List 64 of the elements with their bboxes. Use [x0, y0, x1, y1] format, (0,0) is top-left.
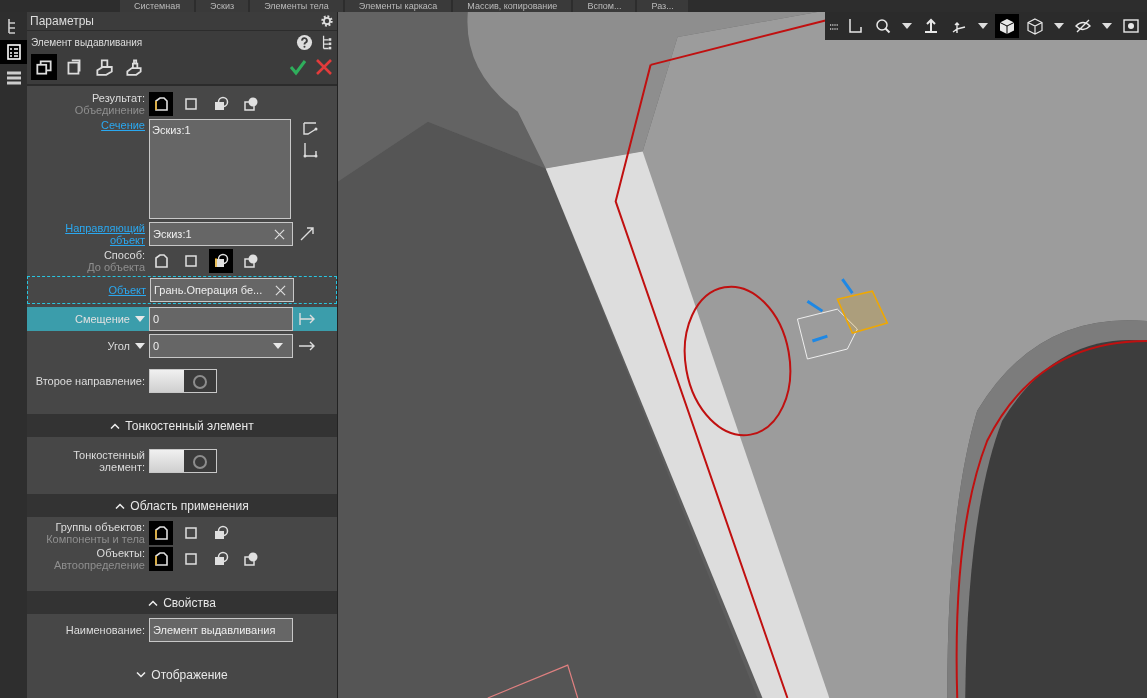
- help-icon[interactable]: [296, 34, 313, 51]
- field-label: Результат:: [91, 92, 145, 104]
- ribbon-tab[interactable]: Массив, копирование: [453, 0, 572, 12]
- input-field[interactable]: Эскиз:1: [149, 222, 293, 246]
- input-field[interactable]: Грань.Операция бе...: [150, 278, 294, 302]
- close-icon[interactable]: [315, 58, 333, 76]
- ribbon-tab[interactable]: Вспом...: [573, 0, 636, 12]
- list-item[interactable]: Эскиз:1: [152, 124, 288, 136]
- operation-title: Элемент выдавливания: [31, 37, 144, 48]
- ribbon-tab[interactable]: Эскиз: [196, 0, 249, 12]
- field-label: Угол: [107, 340, 130, 352]
- caret-icon[interactable]: [902, 23, 912, 29]
- toggle-switch[interactable]: [149, 369, 217, 393]
- sketch-icon[interactable]: [301, 119, 319, 137]
- current-option: Компоненты и тела: [46, 533, 145, 545]
- chevron-up-icon[interactable]: [148, 599, 159, 606]
- field-label-link[interactable]: Сечение: [101, 119, 145, 131]
- field-label-link[interactable]: Объект: [108, 284, 146, 296]
- chevron-up-icon[interactable]: [115, 502, 126, 509]
- list-icon[interactable]: [0, 40, 27, 64]
- caret-icon[interactable]: [1054, 23, 1064, 29]
- selection-list[interactable]: Эскиз:1: [149, 119, 291, 219]
- cube-icon[interactable]: [995, 14, 1019, 38]
- arrow-icon[interactable]: [298, 225, 316, 243]
- field-label: Объекты:: [96, 547, 145, 559]
- chevron-down-icon[interactable]: [136, 671, 147, 678]
- section-header[interactable]: Отображение: [27, 663, 337, 686]
- ribbon-tab[interactable]: Элементы каркаса: [344, 0, 452, 12]
- option-icon[interactable]: [149, 92, 173, 116]
- clear-icon[interactable]: [274, 228, 285, 240]
- check-icon[interactable]: [289, 58, 307, 76]
- sketch-corner-icon[interactable]: [301, 141, 319, 159]
- gear-icon[interactable]: [320, 14, 334, 28]
- chevron-up-icon[interactable]: [110, 422, 121, 429]
- ribbon-tab[interactable]: Системная: [120, 0, 195, 12]
- mode-tab-icon[interactable]: [31, 54, 57, 80]
- clear-icon[interactable]: [275, 284, 286, 296]
- field-label: Способ:: [103, 249, 145, 261]
- option-icon[interactable]: [209, 249, 233, 273]
- number-field[interactable]: 0: [149, 307, 293, 331]
- tree-icon[interactable]: [321, 34, 333, 51]
- toggle-switch[interactable]: [149, 449, 217, 473]
- current-option: Объединение: [74, 104, 145, 116]
- current-option: До объекта: [87, 261, 145, 273]
- number-field[interactable]: 0: [149, 334, 293, 358]
- section-header[interactable]: Область применения: [27, 494, 337, 517]
- option-icon[interactable]: [149, 547, 173, 571]
- section-header[interactable]: Тонкостенный элемент: [27, 414, 337, 437]
- caret-icon[interactable]: [978, 23, 988, 29]
- panel-title: Параметры: [30, 14, 94, 28]
- field-label-link[interactable]: Направляющий объект: [45, 222, 145, 246]
- ribbon-tab[interactable]: Раз...: [637, 0, 688, 12]
- field-label: Смещение: [75, 313, 130, 325]
- option-icon[interactable]: [149, 521, 173, 545]
- input-field[interactable]: Элемент выдавливания: [149, 618, 293, 642]
- caret-icon[interactable]: [1102, 23, 1112, 29]
- field-label: Второе направление:: [35, 375, 145, 387]
- section-header[interactable]: Свойства: [27, 591, 337, 614]
- current-option: Автоопределение: [53, 559, 145, 571]
- field-label: Тонкостенный элемент:: [72, 449, 145, 473]
- field-label: Группы объектов:: [55, 521, 145, 533]
- field-label: Наименование:: [65, 624, 145, 636]
- ribbon-tab[interactable]: Элементы тела: [250, 0, 343, 12]
- dropdown-caret-icon[interactable]: [273, 343, 283, 349]
